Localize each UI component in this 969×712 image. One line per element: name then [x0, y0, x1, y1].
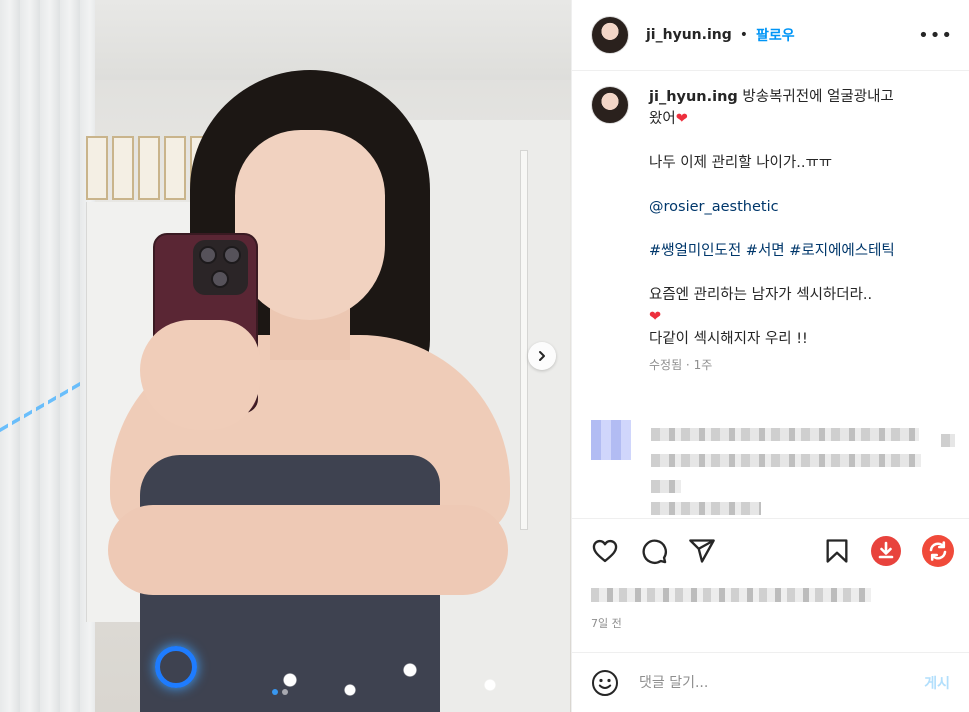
caption-line-1: 방송복귀전에 얼굴광내고	[742, 89, 894, 105]
comment-bubble-icon[interactable]	[640, 537, 668, 565]
carousel-dot-1	[272, 689, 278, 695]
comment-bar: 게시	[572, 652, 969, 712]
blurred-text	[651, 502, 761, 515]
blurred-text	[651, 480, 681, 493]
photo-flowers	[270, 650, 570, 712]
carousel-dot-2	[282, 689, 288, 695]
blurred-likes	[591, 588, 871, 602]
carousel-next-button[interactable]	[528, 342, 556, 370]
caption-avatar[interactable]	[591, 86, 629, 124]
carousel-indicator	[272, 689, 288, 695]
heart-outline-icon[interactable]	[591, 537, 619, 565]
photo-blue-ring-light	[155, 646, 197, 688]
caption-line-5: 요즘엔 관리하는 남자가 섹시하더라..	[649, 287, 873, 303]
blurred-text	[651, 428, 919, 441]
smiley-icon[interactable]	[591, 669, 619, 697]
photo-window-blinds	[0, 0, 95, 712]
chevron-right-icon	[539, 351, 545, 361]
follow-button[interactable]: 팔로우	[756, 25, 795, 45]
comment-input[interactable]	[639, 674, 899, 691]
caption-text: ji_hyun.ing 방송복귀전에 얼굴광내고 왔어❤ 나두 이제 관리할 나…	[649, 86, 941, 376]
bookmark-icon[interactable]	[823, 537, 851, 565]
caption-hashtags[interactable]: #쌩얼미인도전 #서면 #로지에에스테틱	[649, 240, 941, 262]
post-media[interactable]	[0, 0, 571, 712]
post-date[interactable]: 7일 전	[591, 615, 622, 631]
photo-arm	[108, 505, 508, 595]
header-separator: •	[739, 27, 748, 43]
photo-door-panel	[520, 150, 528, 530]
caption-meta: 수정됨 · 1주	[649, 358, 713, 372]
refresh-circle-icon[interactable]	[922, 535, 954, 567]
author-username[interactable]: ji_hyun.ing	[646, 27, 732, 43]
download-circle-icon[interactable]	[871, 536, 901, 566]
heart-emoji: ❤	[675, 111, 688, 127]
blurred-avatar	[591, 420, 631, 460]
author-avatar[interactable]	[591, 16, 629, 54]
photo-phone-camera	[193, 240, 248, 295]
post-details-panel: ji_hyun.ing • 팔로우 ••• ji_hyun.ing 방송복귀전에…	[571, 0, 969, 712]
heart-emoji: ❤	[649, 309, 662, 325]
post-comment-button[interactable]: 게시	[924, 673, 950, 693]
caption-mention-link[interactable]: @rosier_aesthetic	[649, 196, 941, 218]
blurred-text	[941, 434, 955, 447]
caption-username[interactable]: ji_hyun.ing	[649, 89, 738, 105]
photo-hand	[140, 320, 260, 430]
paper-plane-icon[interactable]	[688, 537, 716, 565]
caption-line-3: 나두 이제 관리할 나이가..ㅠㅠ	[649, 155, 833, 171]
more-options-button[interactable]: •••	[918, 25, 953, 46]
post-actions	[572, 518, 969, 580]
blurred-text	[651, 454, 921, 467]
post-caption: ji_hyun.ing 방송복귀전에 얼굴광내고 왔어❤ 나두 이제 관리할 나…	[591, 86, 956, 376]
caption-line-6: 다같이 섹시해지자 우리 !!	[649, 331, 808, 347]
post-header: ji_hyun.ing • 팔로우 •••	[572, 0, 969, 71]
caption-line-2: 왔어	[649, 111, 676, 127]
